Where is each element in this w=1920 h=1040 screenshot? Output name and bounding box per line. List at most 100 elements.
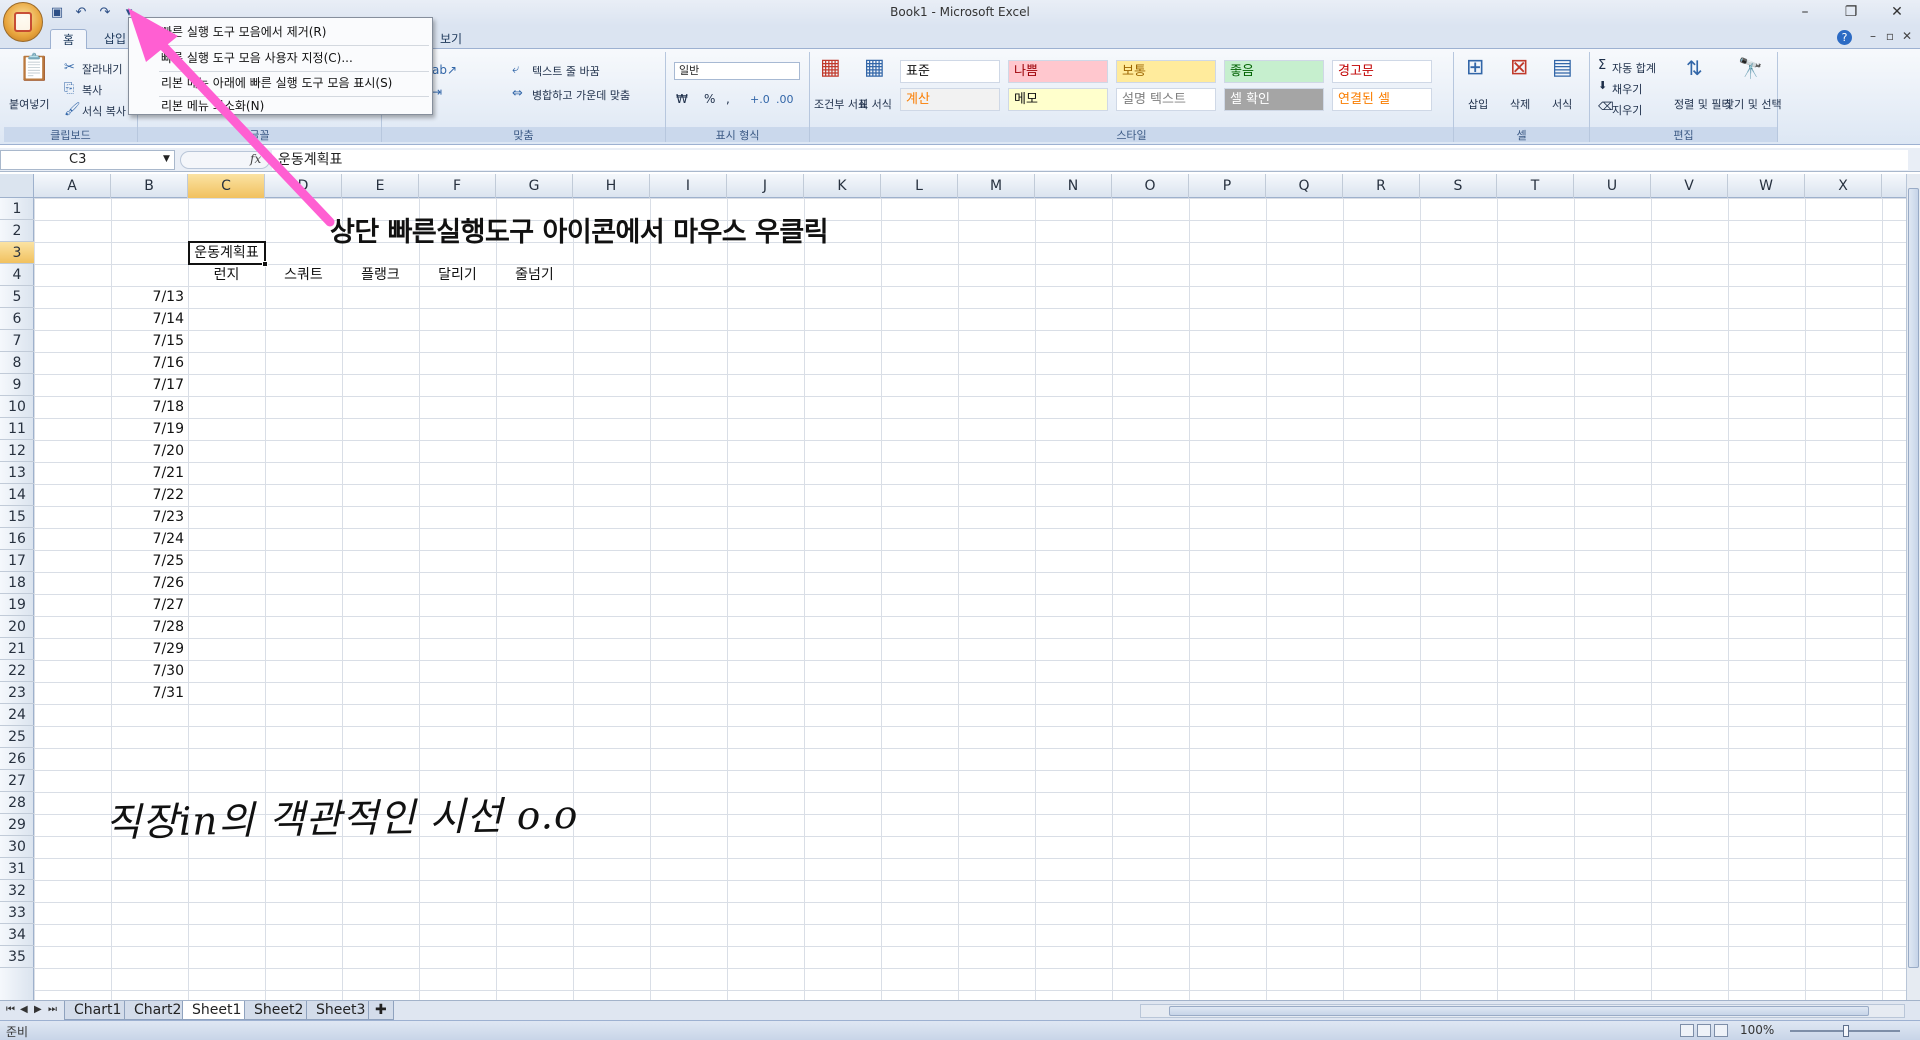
find-select-icon[interactable]: 🔭 — [1738, 58, 1763, 78]
row-header-14[interactable]: 14 — [0, 484, 34, 506]
close-button[interactable]: ✕ — [1874, 0, 1920, 26]
date-cell[interactable]: 7/19 — [111, 418, 188, 440]
percent-button[interactable]: % — [704, 92, 715, 106]
tab-view[interactable]: 보기 — [428, 29, 474, 49]
autosum-icon[interactable]: Σ — [1598, 58, 1606, 73]
menu-minimize-ribbon[interactable]: 리본 메뉴 최소화(N) — [129, 95, 432, 117]
merge-center-icon[interactable]: ⇔ — [512, 84, 523, 104]
cell-style-7[interactable]: 설명 텍스트 — [1116, 88, 1216, 111]
cell-style-2[interactable]: 보통 — [1116, 60, 1216, 83]
name-box-dropdown-icon[interactable]: ▼ — [163, 154, 170, 164]
copy-icon[interactable]: ⎘ — [64, 79, 74, 99]
orientation-icon[interactable]: ab↗ — [432, 60, 457, 80]
page-break-view-icon[interactable] — [1714, 1024, 1728, 1037]
row-header-20[interactable]: 20 — [0, 616, 34, 638]
row-header-2[interactable]: 2 — [0, 220, 34, 242]
insert-sheet-icon[interactable]: ✚ — [368, 1001, 394, 1020]
page-layout-view-icon[interactable] — [1697, 1024, 1711, 1037]
sheet-tab-sheet2[interactable]: Sheet2 — [244, 1001, 314, 1020]
row-header-32[interactable]: 32 — [0, 880, 34, 902]
cell-style-8[interactable]: 셀 확인 — [1224, 88, 1324, 111]
currency-button[interactable]: ₩ — [676, 92, 688, 106]
insert-function-icon[interactable]: fx — [250, 152, 261, 166]
row-header-22[interactable]: 22 — [0, 660, 34, 682]
format-table-icon[interactable]: ▦ — [864, 57, 885, 79]
cut-icon[interactable]: ✂ — [64, 58, 75, 78]
date-cell[interactable]: 7/14 — [111, 308, 188, 330]
column-header-q[interactable]: Q — [1266, 174, 1343, 198]
column-header-s[interactable]: S — [1420, 174, 1497, 198]
date-cell[interactable]: 7/15 — [111, 330, 188, 352]
date-cell[interactable]: 7/23 — [111, 506, 188, 528]
increase-indent-icon[interactable]: ⇥ — [432, 82, 442, 102]
row-header-21[interactable]: 21 — [0, 638, 34, 660]
column-header-x[interactable]: X — [1805, 174, 1882, 198]
cut-button[interactable]: 잘라내기 — [82, 61, 122, 77]
clear-button[interactable]: 지우기 — [1612, 102, 1642, 118]
row-header-34[interactable]: 34 — [0, 924, 34, 946]
workbook-close-icon[interactable]: ✕ — [1902, 29, 1912, 43]
paste-button[interactable]: 붙여넣기 — [9, 96, 49, 112]
column-header-r[interactable]: R — [1343, 174, 1420, 198]
date-cell[interactable]: 7/26 — [111, 572, 188, 594]
fill-button[interactable]: 채우기 — [1612, 81, 1642, 97]
find-select-button[interactable]: 찾기 및 선택 — [1724, 96, 1782, 112]
zoom-level[interactable]: 100% — [1740, 1023, 1774, 1037]
increase-decimal-icon[interactable]: +.0 — [750, 90, 770, 110]
row-header-8[interactable]: 8 — [0, 352, 34, 374]
format-cells-button[interactable]: 서식 — [1552, 96, 1572, 112]
column-header-v[interactable]: V — [1651, 174, 1728, 198]
date-cell[interactable]: 7/31 — [111, 682, 188, 704]
autosum-button[interactable]: 자동 합계 — [1612, 60, 1656, 76]
column-header-h[interactable]: H — [573, 174, 650, 198]
date-cell[interactable]: 7/16 — [111, 352, 188, 374]
first-sheet-icon[interactable]: ⏮ — [6, 1004, 18, 1015]
row-header-24[interactable]: 24 — [0, 704, 34, 726]
cell-style-1[interactable]: 나쁨 — [1008, 60, 1108, 83]
copy-button[interactable]: 복사 — [82, 82, 102, 98]
row-header-9[interactable]: 9 — [0, 374, 34, 396]
column-header-p[interactable]: P — [1189, 174, 1266, 198]
number-format-dropdown[interactable]: 일반 — [674, 62, 800, 80]
select-all-button[interactable] — [0, 174, 34, 198]
row-header-17[interactable]: 17 — [0, 550, 34, 572]
column-header-a[interactable]: A — [34, 174, 111, 198]
last-sheet-icon[interactable]: ⏭ — [48, 1004, 60, 1015]
header-cell[interactable]: 줄넘기 — [496, 264, 573, 286]
formula-input[interactable]: 운동계획표 — [272, 150, 1908, 170]
cell-style-0[interactable]: 표준 — [900, 60, 1000, 83]
column-header-k[interactable]: K — [804, 174, 881, 198]
undo-icon[interactable]: ↶ — [72, 4, 90, 22]
date-cell[interactable]: 7/18 — [111, 396, 188, 418]
format-cells-icon[interactable]: ▤ — [1552, 57, 1573, 79]
comma-button[interactable]: , — [726, 92, 730, 106]
row-header-28[interactable]: 28 — [0, 792, 34, 814]
cell-style-4[interactable]: 경고문 — [1332, 60, 1432, 83]
worksheet-grid[interactable]: ABCDEFGHIJKLMNOPQRSTUVWX 1 2 3 4 5 6 7 8 9 10 11 12… — [0, 174, 1906, 1000]
date-cell[interactable]: 7/25 — [111, 550, 188, 572]
normal-view-icon[interactable] — [1680, 1024, 1694, 1037]
row-header-10[interactable]: 10 — [0, 396, 34, 418]
header-cell[interactable]: 런지 — [188, 264, 265, 286]
row-header-13[interactable]: 13 — [0, 462, 34, 484]
wrap-text-icon[interactable]: ⤶ — [512, 60, 519, 80]
row-header-16[interactable]: 16 — [0, 528, 34, 550]
delete-cells-button[interactable]: 삭제 — [1510, 96, 1530, 112]
header-cell[interactable]: 플랭크 — [342, 264, 419, 286]
sort-filter-button[interactable]: 정렬 및 필터 — [1674, 96, 1732, 112]
column-header-g[interactable]: G — [496, 174, 573, 198]
date-cell[interactable]: 7/27 — [111, 594, 188, 616]
row-header-7[interactable]: 7 — [0, 330, 34, 352]
column-header-o[interactable]: O — [1112, 174, 1189, 198]
prev-sheet-icon[interactable]: ◀ — [20, 1004, 32, 1015]
column-header-j[interactable]: J — [727, 174, 804, 198]
row-header-1[interactable]: 1 — [0, 198, 34, 220]
row-header-30[interactable]: 30 — [0, 836, 34, 858]
cell-style-6[interactable]: 메모 — [1008, 88, 1108, 111]
row-header-15[interactable]: 15 — [0, 506, 34, 528]
column-header-f[interactable]: F — [419, 174, 496, 198]
column-header-b[interactable]: B — [111, 174, 188, 198]
horizontal-scrollbar[interactable] — [1140, 1004, 1905, 1018]
row-header-19[interactable]: 19 — [0, 594, 34, 616]
row-header-26[interactable]: 26 — [0, 748, 34, 770]
